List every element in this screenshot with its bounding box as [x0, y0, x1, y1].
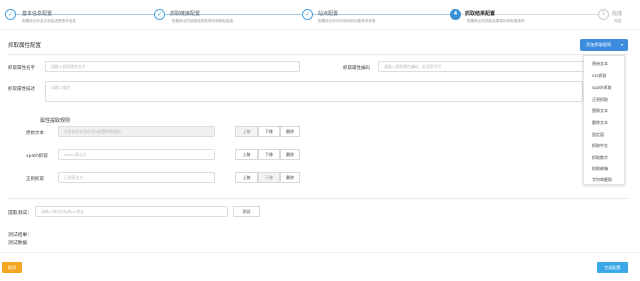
- rule-1-label: 原始文本: [26, 131, 44, 136]
- desc-label: 抓取属性描述: [8, 87, 35, 92]
- step-5-title: 完成: [612, 11, 623, 17]
- rule-3-label: 正则抓取: [26, 177, 44, 182]
- caret-down-icon: ▾: [620, 42, 623, 47]
- divider: [8, 54, 628, 55]
- step-4-title: 抓取结果配置: [465, 11, 496, 17]
- name-input[interactable]: 请输入抓取属性名字: [45, 61, 300, 72]
- dropdown-item-number[interactable]: 抓取数字: [592, 155, 608, 161]
- dropdown-item-email[interactable]: 抓取邮箱: [592, 166, 608, 172]
- step-1-check-icon: ✓: [5, 9, 16, 20]
- step-5-number: 5: [598, 9, 609, 20]
- test-button[interactable]: 测试: [233, 206, 260, 217]
- rule-3-input[interactable]: 正则表达式: [58, 172, 215, 183]
- desc-textarea[interactable]: 请输入描述: [45, 81, 583, 102]
- dropdown-item-regex[interactable]: 正则抓取: [592, 97, 608, 103]
- rule-3-up-button[interactable]: 上移: [235, 172, 258, 183]
- add-rule-button[interactable]: 添加抓取规则 ▾: [580, 39, 628, 51]
- dropdown-item-xpath[interactable]: xpath抓取: [592, 85, 611, 91]
- step-3-title: 站点配置: [318, 11, 339, 17]
- test-url-input[interactable]: 请输入测试目标的url地址: [35, 206, 228, 217]
- step-5-desc: 完成: [614, 19, 622, 23]
- rule-2-delete-button[interactable]: 删除: [280, 149, 300, 160]
- rule-type-dropdown: 原始文本 css抓取 xpath抓取 正则抓取 替换文本 删除文本 固定值 抓取…: [583, 55, 625, 185]
- dropdown-item-css[interactable]: css抓取: [592, 73, 606, 79]
- test-label: 提取测试：: [8, 211, 32, 216]
- step-3-check-icon: ✓: [302, 9, 313, 20]
- rule-2-label: xpath抓取: [26, 154, 48, 159]
- step-2-check-icon: ✓: [154, 9, 165, 20]
- finish-button[interactable]: 完成配置: [597, 262, 628, 273]
- rule-1-input[interactable]: 对原始文本没有可以配置的数据项: [58, 126, 215, 137]
- footer: [0, 252, 640, 281]
- rules-title: 属性提取规则: [40, 118, 71, 124]
- step-4-desc: 配置商业的抓取结果规则和取值规则: [467, 19, 525, 23]
- rule-3-down-button[interactable]: 下移: [258, 172, 280, 183]
- rule-2-down-button[interactable]: 下移: [258, 149, 280, 160]
- dropdown-item-fixed[interactable]: 固定值: [592, 132, 604, 138]
- add-rule-label: 添加抓取规则: [586, 42, 612, 47]
- name-label: 抓取属性名字: [8, 66, 35, 71]
- divider: [8, 198, 628, 199]
- step-4-number: 4: [450, 9, 461, 20]
- step-1-title: 基本信息配置: [22, 11, 53, 17]
- cancel-button[interactable]: 取消: [2, 262, 22, 273]
- rule-3-delete-button[interactable]: 删除: [280, 172, 300, 183]
- step-1-desc: 配置商业的名字和描述等基本信息: [22, 19, 76, 23]
- rule-1-up-button[interactable]: 上移: [235, 126, 258, 137]
- step-2-title: 抓取链接配置: [170, 11, 201, 17]
- dropdown-item-substring[interactable]: 字符串截取: [592, 177, 612, 183]
- dropdown-item-raw-text[interactable]: 原始文本: [592, 61, 608, 67]
- dropdown-item-delete[interactable]: 删除文本: [592, 120, 608, 126]
- result-heading: 测试结果：: [8, 233, 32, 238]
- step-3-desc: 配置商业的访问规则和创建请求参数: [318, 19, 376, 23]
- dropdown-item-replace[interactable]: 替换文本: [592, 108, 608, 114]
- rule-1-delete-button[interactable]: 删除: [280, 126, 300, 137]
- code-label: 抓取属性编码: [343, 66, 370, 71]
- rule-2-up-button[interactable]: 上移: [235, 149, 258, 160]
- step-2-desc: 配置商业的超链接抓取规则和抓取链接: [172, 19, 234, 23]
- rule-2-input[interactable]: xpath表达式: [58, 149, 215, 160]
- result-data: 测试数据: [8, 241, 28, 246]
- code-input[interactable]: 请输入抓取属性编码，必须是字母: [378, 61, 584, 72]
- rule-1-down-button[interactable]: 下移: [258, 126, 280, 137]
- wizard-stepper: ✓ 基本信息配置 配置商业的名字和描述等基本信息 ✓ 抓取链接配置 配置商业的超…: [0, 0, 640, 30]
- dropdown-item-chinese[interactable]: 抓取中文: [592, 143, 608, 149]
- section-title: 抓取属性配置: [8, 43, 42, 49]
